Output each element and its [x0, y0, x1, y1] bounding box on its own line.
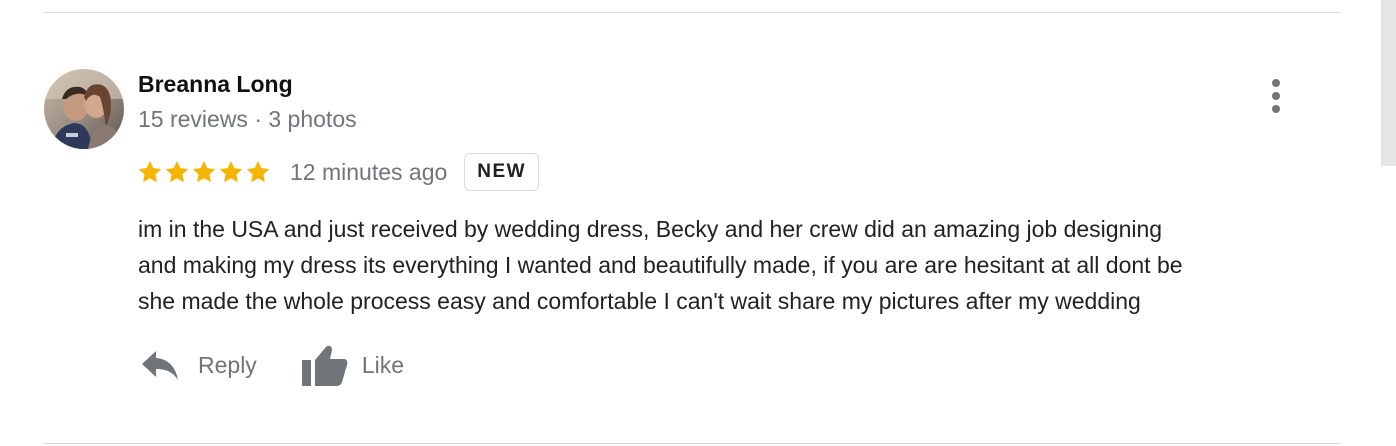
user-photo-avatar-icon — [44, 69, 124, 149]
star-icon — [192, 160, 216, 183]
review-text-line: and making my dress its everything I wan… — [138, 252, 1183, 278]
review-text: im in the USA and just received by weddi… — [138, 211, 1338, 319]
thumbs-up-icon — [301, 345, 348, 386]
review-actions: Reply Like — [140, 340, 404, 390]
top-divider — [44, 12, 1340, 13]
bottom-divider — [44, 443, 1340, 444]
rating-row: 12 minutes ago NEW — [137, 150, 540, 194]
new-badge: NEW — [464, 153, 540, 191]
scrollbar-thumb[interactable] — [1381, 0, 1396, 166]
like-button[interactable]: Like — [301, 344, 405, 386]
star-rating — [137, 159, 271, 185]
more-vertical-icon — [1272, 79, 1280, 113]
more-options-button[interactable] — [1262, 78, 1290, 116]
review-timestamp: 12 minutes ago — [290, 158, 448, 185]
reply-label: Reply — [198, 351, 257, 378]
reviewer-name[interactable]: Breanna Long — [138, 69, 293, 99]
reviewer-avatar[interactable] — [44, 69, 124, 149]
review-text-line: im in the USA and just received by weddi… — [138, 216, 1163, 242]
star-icon — [138, 160, 162, 183]
star-icon — [219, 160, 243, 183]
scrollbar[interactable] — [1380, 0, 1396, 446]
like-label: Like — [361, 351, 405, 378]
star-icon — [165, 160, 189, 183]
review-text-line: she made the whole process easy and comf… — [138, 288, 1141, 314]
reply-arrow-icon — [142, 351, 178, 380]
star-icon — [246, 160, 270, 183]
reviewer-stats[interactable]: 15 reviews · 3 photos — [138, 104, 357, 134]
reply-button[interactable]: Reply — [140, 348, 257, 382]
